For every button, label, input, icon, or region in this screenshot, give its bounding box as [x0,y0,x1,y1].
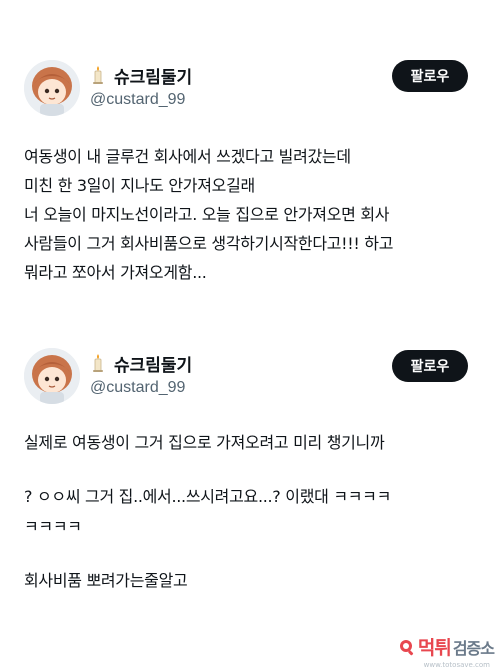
tweet-1: 슈크림둘기 @custard_99 팔로우 여동생이 내 글루건 회사에서 쓰겠… [0,0,500,330]
author-name-row[interactable]: 슈크림둘기 [90,352,193,376]
avatar[interactable] [24,60,80,116]
watermark-logo: 먹튀 검증소 [398,633,495,660]
watermark-sub: 검증소 [452,638,495,658]
search-magnifier-icon [398,638,416,656]
tweet-2: 슈크림둘기 @custard_99 팔로우 실제로 여동생이 그거 집으로 가져… [0,330,500,672]
tweet-text: 실제로 여동생이 그거 집으로 가져오려고 미리 챙기니까 ? ㅇㅇ씨 그거 집… [24,428,484,596]
avatar[interactable] [24,348,80,404]
tweet-line: 뭐라고 쪼아서 가져오게함... [24,263,207,282]
author-name-row[interactable]: 슈크림둘기 [90,64,193,88]
tweet-line: 실제로 여동생이 그거 집으로 가져오려고 미리 챙기니까 [24,433,385,452]
tweet-line: ㅋㅋㅋㅋ [24,517,82,536]
tweet-line: 여동생이 내 글루건 회사에서 쓰겠다고 빌려갔는데 [24,147,351,166]
display-name: 슈크림둘기 [114,67,193,88]
watermark-brand: 먹튀 [417,637,452,659]
tweet-line: 미친 한 3일이 지나도 안가져오길래 [24,176,255,195]
display-name: 슈크림둘기 [114,355,193,376]
watermark-url: www.totosave.com [423,661,490,669]
candle-icon [90,65,106,85]
user-handle[interactable]: @custard_99 [90,91,185,109]
user-handle[interactable]: @custard_99 [90,379,185,397]
tweet-line: ? ㅇㅇ씨 그거 집..에서...쓰시려고요...? 이랬대 ㅋㅋㅋㅋ [24,487,392,506]
follow-button[interactable]: 팔로우 [392,60,468,92]
follow-button[interactable]: 팔로우 [392,350,468,382]
tweet-line: 회사비품 뽀려가는줄알고 [24,571,188,590]
candle-icon [90,353,106,373]
tweet-line: 너 오늘이 마지노선이라고. 오늘 집으로 안가져오면 회사 [24,205,390,224]
tweet-text: 여동생이 내 글루건 회사에서 쓰겠다고 빌려갔는데 미친 한 3일이 지나도 … [24,142,484,287]
tweet-line: 사람들이 그거 회사비품으로 생각하기시작한다고!!! 하고 [24,234,394,253]
